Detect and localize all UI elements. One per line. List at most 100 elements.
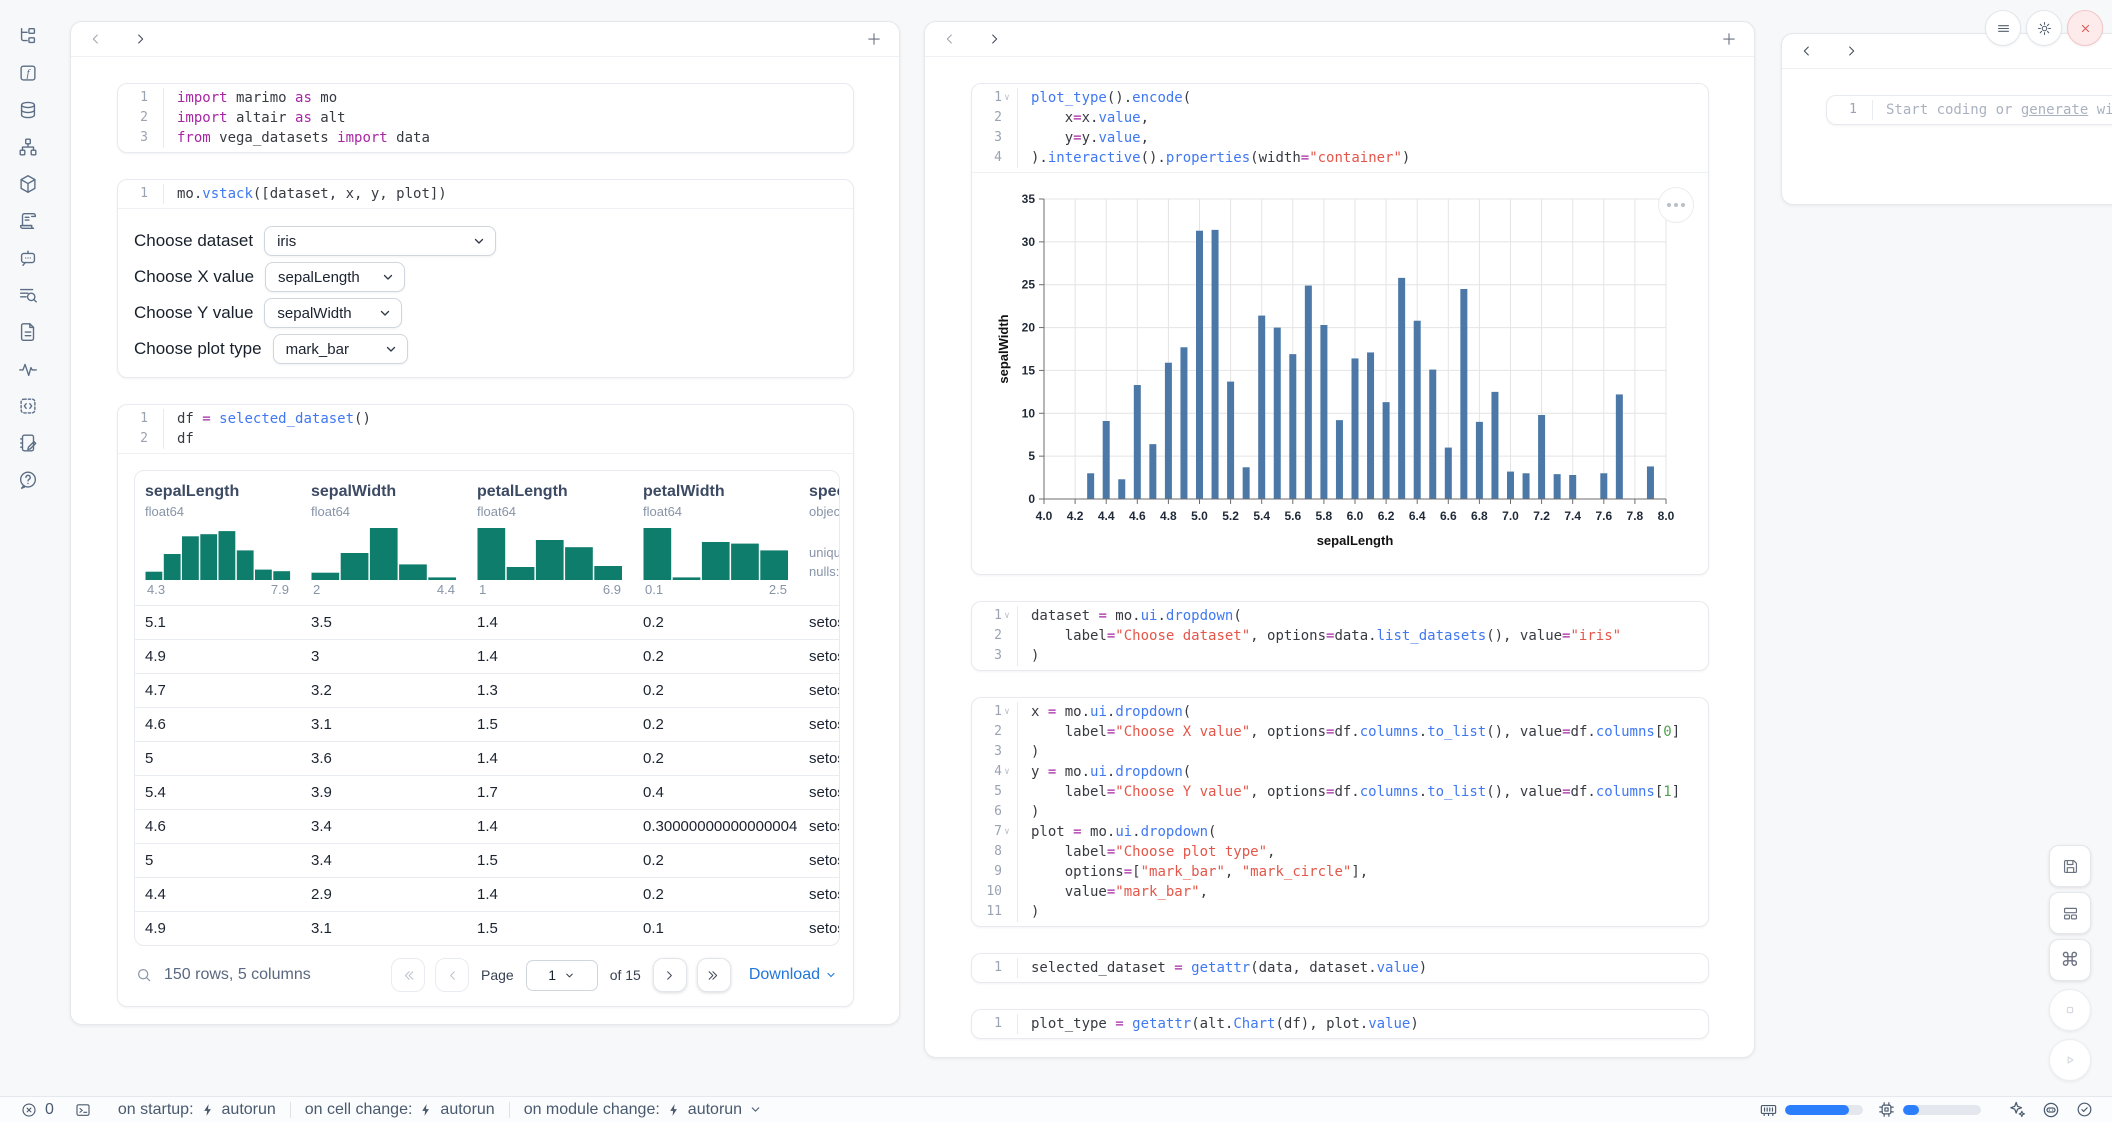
page-select[interactable]: 1 — [526, 960, 598, 991]
table-column-header[interactable]: sepalLengthfloat644.37.9 — [135, 471, 301, 605]
first-page-button[interactable] — [391, 958, 425, 992]
file-explorer-icon[interactable] — [16, 24, 40, 48]
column-back-button[interactable] — [941, 30, 959, 48]
last-page-button[interactable] — [697, 958, 731, 992]
code-line: 1mo.vstack([dataset, x, y, plot]) — [118, 184, 853, 204]
tracing-icon[interactable] — [16, 357, 40, 381]
dataset-dropdown-cell[interactable]: 1∨dataset = mo.ui.dropdown(2 label="Choo… — [971, 601, 1709, 671]
variables-icon[interactable]: f — [16, 61, 40, 85]
table-row: 5.13.51.40.2setosa — [135, 605, 839, 639]
control-label: Choose plot type — [134, 339, 262, 359]
code-editor-placeholder[interactable]: 1Start coding or generate with AI. — [1827, 96, 2112, 124]
add-cell-button[interactable] — [865, 30, 883, 48]
code-editor[interactable]: 1mo.vstack([dataset, x, y, plot]) — [118, 180, 853, 208]
chart-options-button[interactable] — [1658, 187, 1694, 223]
snippets-icon[interactable] — [16, 394, 40, 418]
code-editor[interactable]: 1plot_type = getattr(alt.Chart(df), plot… — [972, 1010, 1708, 1038]
vstack-cell[interactable]: 1mo.vstack([dataset, x, y, plot]) Choose… — [117, 179, 854, 378]
datasources-icon[interactable] — [16, 98, 40, 122]
packages-icon[interactable] — [16, 172, 40, 196]
svg-text:20: 20 — [1022, 321, 1036, 335]
layout-button[interactable] — [2049, 892, 2091, 934]
prev-page-button[interactable] — [435, 958, 469, 992]
menu-button[interactable] — [1985, 10, 2021, 46]
svg-text:4.6: 4.6 — [1129, 509, 1146, 523]
table-column-header[interactable]: speciesobjectunique:nulls: — [799, 471, 840, 605]
logs-icon[interactable] — [16, 283, 40, 307]
choose-dataset-select[interactable]: iris — [264, 226, 496, 256]
settings-button[interactable] — [2026, 10, 2062, 46]
dataframe-cell[interactable]: 1df = selected_dataset()2df sepalLengthf… — [117, 404, 854, 1007]
code-editor[interactable]: 1∨x = mo.ui.dropdown(2 label="Choose X v… — [972, 698, 1708, 926]
save-button[interactable] — [2049, 845, 2091, 887]
documentation-icon[interactable] — [16, 209, 40, 233]
table-cell: 0.2 — [633, 716, 799, 733]
errors-indicator[interactable]: 0 — [20, 1101, 54, 1119]
shutdown-button[interactable] — [2067, 10, 2103, 46]
plot-type-cell[interactable]: 1plot_type = getattr(alt.Chart(df), plot… — [971, 1009, 1709, 1039]
code-editor[interactable]: 1∨dataset = mo.ui.dropdown(2 label="Choo… — [972, 602, 1708, 670]
code-editor[interactable]: 1selected_dataset = getattr(data, datase… — [972, 954, 1708, 982]
terminal-button[interactable] — [74, 1101, 92, 1119]
code-line: 7∨plot = mo.ui.dropdown( — [972, 822, 1708, 842]
svg-text:f: f — [26, 68, 31, 80]
add-cell-button[interactable] — [1720, 30, 1738, 48]
ai-assist-button[interactable] — [2007, 1100, 2027, 1120]
table-cell: 1.5 — [467, 852, 633, 869]
chart-cell[interactable]: 1∨plot_type().encode(2 x=x.value,3 y=y.v… — [971, 83, 1709, 575]
connection-status[interactable] — [2075, 1100, 2094, 1119]
column-forward-button[interactable] — [1842, 42, 1860, 60]
memory-icon — [1759, 1100, 1778, 1119]
cpu-icon — [1877, 1100, 1896, 1119]
download-button[interactable]: Download — [749, 966, 837, 984]
selected-dataset-cell[interactable]: 1selected_dataset = getattr(data, datase… — [971, 953, 1709, 983]
code-editor[interactable]: 1import marimo as mo2import altair as al… — [118, 84, 853, 152]
svg-text:6.0: 6.0 — [1347, 509, 1364, 523]
column-back-button[interactable] — [87, 30, 105, 48]
scratchpad-icon[interactable] — [16, 431, 40, 455]
check-circle-icon — [2075, 1100, 2094, 1119]
altair-bar-chart[interactable]: 4.04.24.44.64.85.05.25.45.65.86.06.26.46… — [994, 187, 1708, 570]
copilot-button[interactable] — [2041, 1100, 2061, 1120]
keyboard-shortcuts-button[interactable]: ⌘ — [2049, 939, 2091, 981]
table-cell: 1.4 — [467, 818, 633, 835]
table-column-header[interactable]: petalLengthfloat6416.9 — [467, 471, 633, 605]
svg-text:7.2: 7.2 — [1533, 509, 1550, 523]
svg-text:7.6: 7.6 — [1595, 509, 1612, 523]
command-icon: ⌘ — [2061, 949, 2080, 971]
ai-chat-icon[interactable] — [16, 246, 40, 270]
stop-button[interactable] — [2049, 989, 2091, 1031]
table-column-header[interactable]: sepalWidthfloat6424.4 — [301, 471, 467, 605]
control-label: Choose X value — [134, 267, 254, 287]
choose-x-value-select[interactable]: sepalLength — [265, 262, 405, 292]
chevron-down-icon — [825, 969, 837, 981]
on-module-change-toggle[interactable]: on module change: autorun — [524, 1101, 762, 1119]
dependencies-icon[interactable] — [16, 135, 40, 159]
next-page-button[interactable] — [653, 958, 687, 992]
table-row: 4.63.11.50.2setosa — [135, 707, 839, 741]
column-forward-button[interactable] — [985, 30, 1003, 48]
choose-plot-type-select[interactable]: mark_bar — [273, 334, 408, 364]
svg-text:0: 0 — [1028, 492, 1035, 506]
xy-plot-dropdown-cell[interactable]: 1∨x = mo.ui.dropdown(2 label="Choose X v… — [971, 697, 1709, 927]
outline-icon[interactable] — [16, 320, 40, 344]
play-icon — [2061, 1051, 2079, 1069]
table-row: 4.73.21.30.2setosa — [135, 673, 839, 707]
search-icon[interactable] — [134, 965, 154, 985]
column-forward-button[interactable] — [131, 30, 149, 48]
help-icon[interactable] — [16, 468, 40, 492]
on-cell-change-toggle[interactable]: on cell change: autorun — [305, 1101, 495, 1119]
control-row: Choose plot type mark_bar — [134, 331, 837, 367]
code-editor[interactable]: 1∨plot_type().encode(2 x=x.value,3 y=y.v… — [972, 84, 1708, 172]
empty-cell[interactable]: 1Start coding or generate with AI. — [1826, 95, 2112, 125]
table-cell: setosa — [799, 886, 840, 903]
column-back-button[interactable] — [1798, 42, 1816, 60]
table-column-header[interactable]: petalWidthfloat640.12.5 — [633, 471, 799, 605]
choose-y-value-select[interactable]: sepalWidth — [264, 298, 402, 328]
imports-cell[interactable]: 1import marimo as mo2import altair as al… — [117, 83, 854, 153]
table-cell: 1.5 — [467, 716, 633, 733]
on-startup-toggle[interactable]: on startup: autorun — [118, 1101, 276, 1119]
run-button[interactable] — [2049, 1039, 2091, 1081]
code-line: 4∨y = mo.ui.dropdown( — [972, 762, 1708, 782]
code-editor[interactable]: 1df = selected_dataset()2df — [118, 405, 853, 453]
